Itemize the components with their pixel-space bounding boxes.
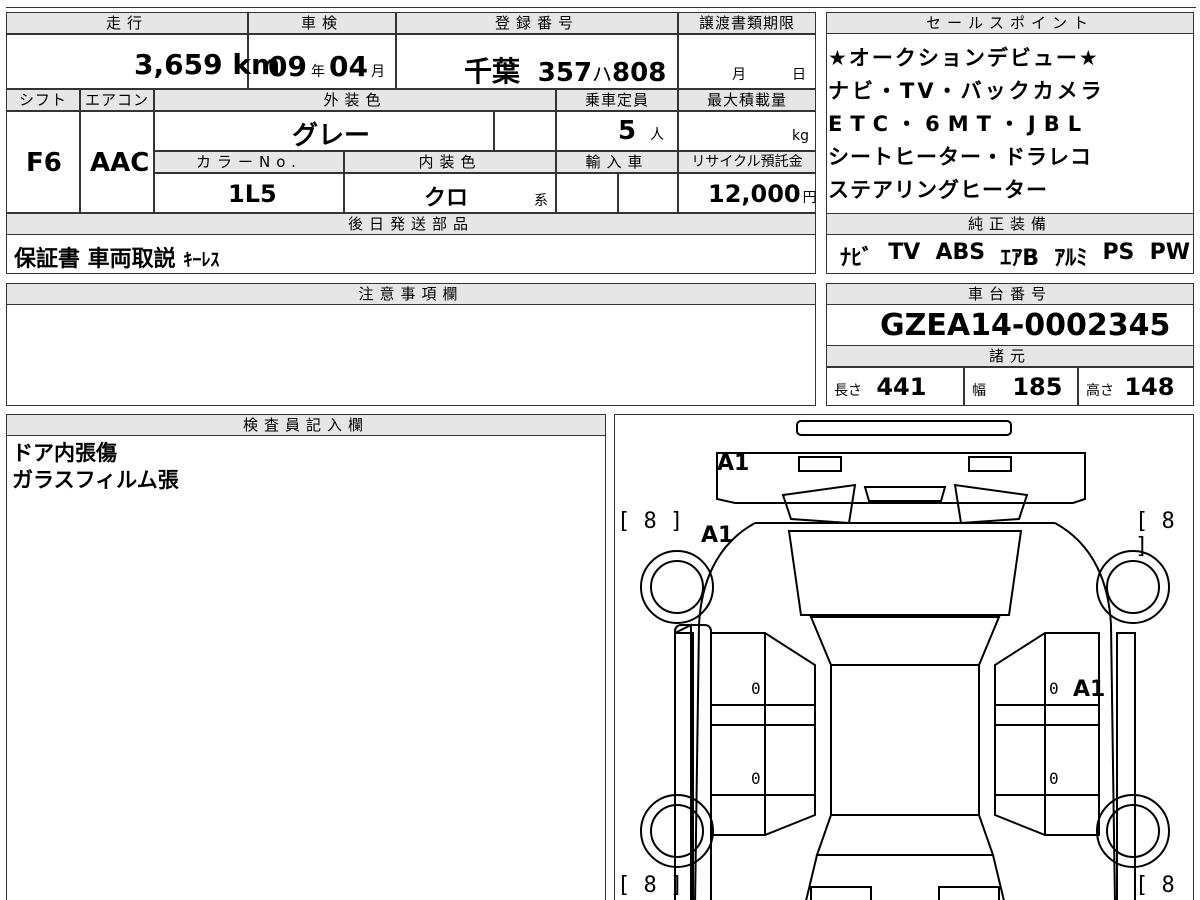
import-cell-a (556, 173, 618, 213)
panel-zero: 0 (1049, 769, 1059, 788)
tire-depth-rear-left: [ 8 ] (617, 873, 684, 898)
right-rear-door (994, 724, 1100, 796)
shift-value: F6 (26, 148, 62, 178)
equipment-item: ｱﾙﾐ (1054, 246, 1088, 271)
capacity-value: 5人 (618, 116, 665, 146)
interior-color-unit: 系 (534, 193, 548, 209)
inspector-notes-list: ドア内張傷 ガラスフィルム張 (12, 440, 179, 494)
spec-length: 長さ 441 (834, 373, 927, 401)
later-parts-value: 保証書 車両取説 ｷｰﾚｽ (14, 247, 220, 272)
equipment-item: ﾅﾋﾞ (840, 246, 874, 271)
max-load-unit: kg (792, 128, 809, 144)
grade-front-left: A1 (701, 523, 734, 548)
mileage-header: 走行 (6, 12, 248, 34)
import-cell-b (618, 173, 678, 213)
color-no-header: カラーNo. (154, 151, 344, 173)
tire-depth-front-left: [ 8 ] (617, 509, 684, 534)
rear-light-left (810, 886, 872, 900)
front-light-left (798, 456, 842, 472)
left-rear-door (710, 724, 816, 796)
factory-equipment-header: 純正装備 (826, 213, 1194, 235)
spec-height: 高さ 148 (1086, 373, 1175, 401)
sales-points-list: ★オークションデビュー★ ナビ・TV・バックカメラ ETC・6MT・JBL シー… (828, 42, 1192, 207)
exterior-color-extra (494, 111, 556, 151)
body-outline (694, 522, 1116, 900)
interior-color-value: クロ (424, 186, 469, 211)
sales-point: ステアリングヒーター (828, 178, 1048, 202)
inspection-value: 09 年 04 月 (268, 50, 385, 83)
notes-header: 注意事項欄 (6, 283, 816, 305)
grille (863, 486, 947, 502)
left-rear-door-lower (710, 794, 816, 836)
color-no-value: 1L5 (228, 180, 277, 208)
import-header: 輸入車 (556, 151, 678, 173)
deadline-month: 月 (732, 67, 746, 83)
aircon-value: AAC (90, 148, 150, 178)
equipment-item: ABS (935, 240, 986, 265)
registration-header: 登録番号 (396, 12, 678, 34)
chassis-header: 車台番号 (826, 283, 1194, 305)
equipment-item: ｴｱB (1000, 246, 1040, 271)
transfer-deadline-header: 譲渡書類期限 (678, 12, 816, 34)
sales-point: シートヒーター・ドラレコ (828, 145, 1092, 169)
chassis-value: GZEA14-0002345 (880, 308, 1171, 343)
right-front-door-mid (994, 704, 1100, 726)
sales-point: ナビ・TV・バックカメラ (828, 79, 1105, 103)
grade-right-door: A1 (1073, 677, 1106, 702)
mileage-value: 3,659 km (134, 48, 281, 81)
car-diagram (640, 420, 1170, 900)
deadline-day: 日 (792, 67, 806, 83)
inspection-header: 車検 (248, 12, 396, 34)
aircon-header: エアコン (80, 89, 154, 111)
exterior-color-value: グレー (292, 121, 371, 151)
exterior-color-header: 外装色 (154, 89, 556, 111)
inspector-note: ガラスフィルム張 (12, 468, 179, 492)
inspector-notes-header: 検査員記入欄 (6, 414, 606, 436)
plate-value: 千葉 357ハ808 (464, 55, 667, 88)
grade-front: A1 (717, 451, 750, 476)
specs-header: 諸元 (826, 345, 1194, 367)
sales-point: ★オークションデビュー★ (828, 46, 1100, 70)
right-rear-door-lower (994, 794, 1100, 836)
front-bumper (796, 420, 1012, 436)
sales-points-header: セールスポイント (826, 12, 1194, 34)
hood (787, 530, 1023, 616)
shift-header: シフト (6, 89, 80, 111)
trunk (805, 854, 1005, 900)
tire-depth-rear-right: [ 8 ] (1135, 873, 1175, 900)
panel-zero: 0 (1049, 679, 1059, 698)
panel-zero: 0 (751, 769, 761, 788)
max-load-header: 最大積載量 (678, 89, 816, 111)
recycle-header: リサイクル預託金 (678, 151, 816, 173)
later-parts-header: 後日発送部品 (6, 213, 816, 235)
recycle-value: 12,000 円 (708, 180, 817, 208)
top-strip (6, 0, 1196, 8)
car-diagram-box: A1 A1 A1 [ 8 ] [ 8 ] [ 8 ] [ 8 ] 0 0 0 0 (614, 414, 1194, 900)
equipment-list: ﾅﾋﾞ TV ABS ｴｱB ｱﾙﾐ PS PW (840, 240, 1190, 272)
equipment-item: PS (1102, 240, 1135, 265)
roof (830, 664, 980, 816)
equipment-item: PW (1149, 240, 1190, 265)
rear-light-right (938, 886, 1000, 900)
inspector-note: ドア内張傷 (12, 441, 117, 465)
right-side-rail (1116, 632, 1136, 900)
left-front-door-mid (710, 704, 816, 726)
panel-zero: 0 (751, 679, 761, 698)
sales-point: ETC・6MT・JBL (828, 112, 1090, 136)
left-front-door-upper (710, 632, 816, 706)
rear-window (815, 814, 995, 856)
front-panel (716, 452, 1086, 504)
tire-depth-front-right: [ 8 ] (1135, 509, 1175, 559)
windshield (809, 616, 1001, 666)
interior-color-header: 内装色 (344, 151, 556, 173)
spec-width: 幅 185 (972, 373, 1063, 401)
equipment-item: TV (888, 240, 921, 265)
front-light-right (968, 456, 1012, 472)
left-sill (674, 623, 692, 900)
capacity-header: 乗車定員 (556, 89, 678, 111)
